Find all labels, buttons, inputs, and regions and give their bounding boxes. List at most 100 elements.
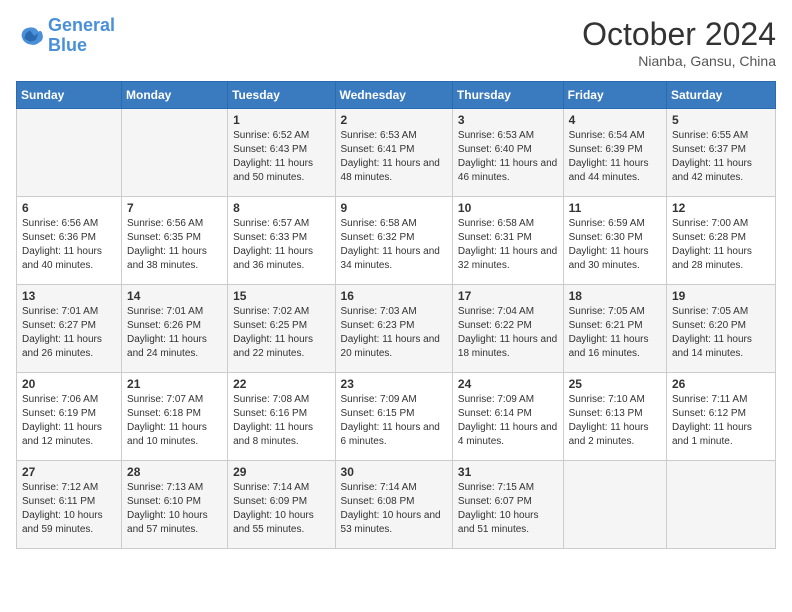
calendar-cell: 24 Sunrise: 7:09 AMSunset: 6:14 PMDayligh… <box>452 373 563 461</box>
day-info: Sunrise: 7:03 AMSunset: 6:23 PMDaylight:… <box>341 305 447 361</box>
calendar-cell: 19 Sunrise: 7:05 AMSunset: 6:20 PMDayligh… <box>667 285 776 373</box>
day-number: 21 <box>127 377 222 391</box>
day-number: 2 <box>341 113 447 127</box>
day-number: 12 <box>672 201 770 215</box>
day-number: 24 <box>458 377 558 391</box>
day-number: 13 <box>22 289 116 303</box>
day-number: 5 <box>672 113 770 127</box>
day-info: Sunrise: 7:06 AMSunset: 6:19 PMDaylight:… <box>22 393 116 449</box>
title-block: October 2024 Nianba, Gansu, China <box>582 16 776 69</box>
calendar-cell: 30 Sunrise: 7:14 AMSunset: 6:08 PMDayligh… <box>335 461 452 549</box>
day-number: 11 <box>569 201 661 215</box>
day-info: Sunrise: 7:01 AMSunset: 6:27 PMDaylight:… <box>22 305 116 361</box>
day-number: 19 <box>672 289 770 303</box>
calendar-cell: 3 Sunrise: 6:53 AMSunset: 6:40 PMDaylight… <box>452 109 563 197</box>
calendar-cell: 5 Sunrise: 6:55 AMSunset: 6:37 PMDaylight… <box>667 109 776 197</box>
day-info: Sunrise: 7:12 AMSunset: 6:11 PMDaylight:… <box>22 481 116 537</box>
calendar-cell: 4Sunrise: 6:54 AMSunset: 6:39 PMDaylight… <box>563 109 666 197</box>
calendar-cell: 10 Sunrise: 6:58 AMSunset: 6:31 PMDayligh… <box>452 197 563 285</box>
calendar-week-4: 27 Sunrise: 7:12 AMSunset: 6:11 PMDayligh… <box>17 461 776 549</box>
calendar-cell: 27 Sunrise: 7:12 AMSunset: 6:11 PMDayligh… <box>17 461 122 549</box>
day-info: Sunrise: 7:05 AMSunset: 6:21 PMDaylight:… <box>569 305 661 361</box>
day-number: 18 <box>569 289 661 303</box>
day-number: 10 <box>458 201 558 215</box>
day-number: 3 <box>458 113 558 127</box>
calendar-week-0: 1 Sunrise: 6:52 AMSunset: 6:43 PMDaylight… <box>17 109 776 197</box>
header-wednesday: Wednesday <box>335 82 452 109</box>
day-number: 6 <box>22 201 116 215</box>
calendar-cell <box>122 109 228 197</box>
day-info: Sunrise: 6:55 AMSunset: 6:37 PMDaylight:… <box>672 129 770 185</box>
calendar-cell: 7 Sunrise: 6:56 AMSunset: 6:35 PMDaylight… <box>122 197 228 285</box>
day-number: 1 <box>233 113 329 127</box>
day-info: Sunrise: 6:58 AMSunset: 6:31 PMDaylight:… <box>458 217 558 273</box>
calendar-header: Sunday Monday Tuesday Wednesday Thursday… <box>17 82 776 109</box>
day-number: 28 <box>127 465 222 479</box>
day-info: Sunrise: 6:52 AMSunset: 6:43 PMDaylight:… <box>233 129 329 185</box>
day-info: Sunrise: 7:00 AMSunset: 6:28 PMDaylight:… <box>672 217 770 273</box>
calendar-week-1: 6 Sunrise: 6:56 AMSunset: 6:36 PMDaylight… <box>17 197 776 285</box>
day-info: Sunrise: 7:08 AMSunset: 6:16 PMDaylight:… <box>233 393 329 449</box>
day-number: 22 <box>233 377 329 391</box>
calendar-cell <box>17 109 122 197</box>
day-info: Sunrise: 6:56 AMSunset: 6:36 PMDaylight:… <box>22 217 116 273</box>
month-title: October 2024 <box>582 16 776 53</box>
logo-icon <box>16 22 44 50</box>
calendar-cell: 29Sunrise: 7:14 AMSunset: 6:09 PMDayligh… <box>228 461 335 549</box>
day-info: Sunrise: 7:07 AMSunset: 6:18 PMDaylight:… <box>127 393 222 449</box>
day-info: Sunrise: 6:56 AMSunset: 6:35 PMDaylight:… <box>127 217 222 273</box>
day-info: Sunrise: 6:53 AMSunset: 6:40 PMDaylight:… <box>458 129 558 185</box>
day-number: 20 <box>22 377 116 391</box>
header-saturday: Saturday <box>667 82 776 109</box>
day-info: Sunrise: 7:02 AMSunset: 6:25 PMDaylight:… <box>233 305 329 361</box>
calendar-week-2: 13 Sunrise: 7:01 AMSunset: 6:27 PMDayligh… <box>17 285 776 373</box>
calendar-cell: 21 Sunrise: 7:07 AMSunset: 6:18 PMDayligh… <box>122 373 228 461</box>
day-info: Sunrise: 6:59 AMSunset: 6:30 PMDaylight:… <box>569 217 661 273</box>
header-thursday: Thursday <box>452 82 563 109</box>
calendar-cell: 13 Sunrise: 7:01 AMSunset: 6:27 PMDayligh… <box>17 285 122 373</box>
day-number: 7 <box>127 201 222 215</box>
header-monday: Monday <box>122 82 228 109</box>
calendar-cell: 2 Sunrise: 6:53 AMSunset: 6:41 PMDaylight… <box>335 109 452 197</box>
calendar-cell: 28Sunrise: 7:13 AMSunset: 6:10 PMDayligh… <box>122 461 228 549</box>
calendar-cell: 6 Sunrise: 6:56 AMSunset: 6:36 PMDaylight… <box>17 197 122 285</box>
calendar-cell <box>667 461 776 549</box>
day-number: 8 <box>233 201 329 215</box>
calendar-cell: 26 Sunrise: 7:11 AMSunset: 6:12 PMDayligh… <box>667 373 776 461</box>
calendar-cell: 23Sunrise: 7:09 AMSunset: 6:15 PMDayligh… <box>335 373 452 461</box>
logo-text2: Blue <box>48 36 115 56</box>
calendar-table: Sunday Monday Tuesday Wednesday Thursday… <box>16 81 776 549</box>
day-number: 14 <box>127 289 222 303</box>
day-info: Sunrise: 7:09 AMSunset: 6:15 PMDaylight:… <box>341 393 447 449</box>
day-number: 30 <box>341 465 447 479</box>
header-tuesday: Tuesday <box>228 82 335 109</box>
day-number: 29 <box>233 465 329 479</box>
calendar-cell: 8 Sunrise: 6:57 AMSunset: 6:33 PMDaylight… <box>228 197 335 285</box>
day-info: Sunrise: 7:10 AMSunset: 6:13 PMDaylight:… <box>569 393 661 449</box>
calendar-cell: 9Sunrise: 6:58 AMSunset: 6:32 PMDaylight… <box>335 197 452 285</box>
day-number: 25 <box>569 377 661 391</box>
day-info: Sunrise: 7:05 AMSunset: 6:20 PMDaylight:… <box>672 305 770 361</box>
day-info: Sunrise: 7:11 AMSunset: 6:12 PMDaylight:… <box>672 393 770 449</box>
day-info: Sunrise: 7:14 AMSunset: 6:08 PMDaylight:… <box>341 481 447 537</box>
header-sunday: Sunday <box>17 82 122 109</box>
calendar-cell: 16 Sunrise: 7:03 AMSunset: 6:23 PMDayligh… <box>335 285 452 373</box>
day-info: Sunrise: 7:09 AMSunset: 6:14 PMDaylight:… <box>458 393 558 449</box>
day-info: Sunrise: 7:01 AMSunset: 6:26 PMDaylight:… <box>127 305 222 361</box>
day-info: Sunrise: 6:57 AMSunset: 6:33 PMDaylight:… <box>233 217 329 273</box>
calendar-cell: 17 Sunrise: 7:04 AMSunset: 6:22 PMDayligh… <box>452 285 563 373</box>
day-number: 17 <box>458 289 558 303</box>
calendar-cell: 11 Sunrise: 6:59 AMSunset: 6:30 PMDayligh… <box>563 197 666 285</box>
day-number: 26 <box>672 377 770 391</box>
day-number: 16 <box>341 289 447 303</box>
day-info: Sunrise: 6:53 AMSunset: 6:41 PMDaylight:… <box>341 129 447 185</box>
day-number: 15 <box>233 289 329 303</box>
day-number: 27 <box>22 465 116 479</box>
day-info: Sunrise: 7:04 AMSunset: 6:22 PMDaylight:… <box>458 305 558 361</box>
calendar-week-3: 20 Sunrise: 7:06 AMSunset: 6:19 PMDayligh… <box>17 373 776 461</box>
calendar-cell: 18 Sunrise: 7:05 AMSunset: 6:21 PMDayligh… <box>563 285 666 373</box>
calendar-cell: 15 Sunrise: 7:02 AMSunset: 6:25 PMDayligh… <box>228 285 335 373</box>
day-info: Sunrise: 6:58 AMSunset: 6:32 PMDaylight:… <box>341 217 447 273</box>
calendar-cell: 14 Sunrise: 7:01 AMSunset: 6:26 PMDayligh… <box>122 285 228 373</box>
day-number: 4 <box>569 113 661 127</box>
